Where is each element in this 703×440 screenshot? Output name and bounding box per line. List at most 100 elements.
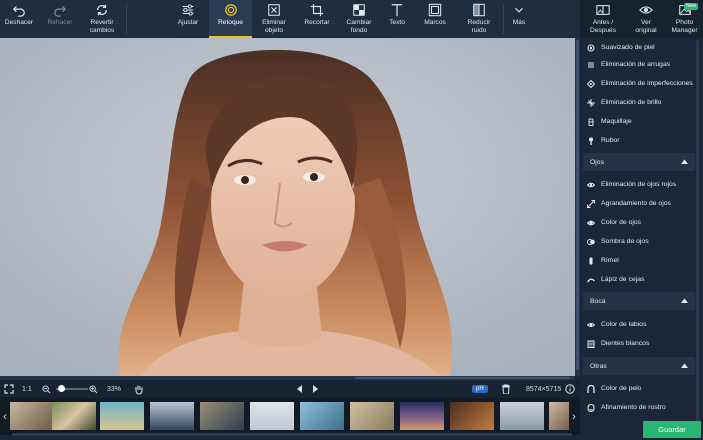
photo-manager-button[interactable]: Photo Manager New: [666, 0, 703, 38]
image-dimensions: 8574×5715: [526, 385, 562, 393]
filmstrip-thumbnail[interactable]: [52, 402, 96, 430]
reduce-noise-button[interactable]: Reducir ruido: [458, 0, 500, 38]
section-title: Boca: [590, 297, 606, 305]
before-after-icon: [596, 5, 610, 15]
panel-item-labios[interactable]: Color de labios: [580, 315, 698, 334]
filmstrip-thumbnail[interactable]: [300, 402, 344, 430]
filmstrip-thumbnail[interactable]: [200, 402, 244, 430]
collapse-icon[interactable]: [681, 363, 688, 370]
panel-item-label: Eliminación de brillo: [601, 99, 662, 106]
panel-item-rostro[interactable]: Afinamiento de rostro: [580, 398, 698, 417]
filmstrip-next-icon[interactable]: ›: [569, 398, 579, 435]
panel-item-color-ojos[interactable]: Color de ojos: [580, 213, 698, 232]
hand-tool-icon[interactable]: [134, 380, 144, 398]
retouch-icon: [224, 4, 237, 16]
eyebrow-icon: [587, 276, 595, 284]
redo-button[interactable]: Rehacer: [40, 0, 80, 38]
revert-label-1: Revertir: [90, 19, 114, 26]
fit-screen-icon[interactable]: [4, 380, 14, 398]
photo-canvas[interactable]: [0, 38, 575, 376]
filmstrip-thumbnail[interactable]: [450, 402, 494, 430]
section-header-boca[interactable]: Boca: [583, 292, 695, 310]
info-icon[interactable]: [565, 380, 575, 398]
filmstrip-thumbnail[interactable]: [400, 402, 444, 430]
filmstrip-thumbnail[interactable]: [10, 402, 54, 430]
panel-item-ojos-rojos[interactable]: Eliminación de ojos rojos: [580, 175, 698, 194]
eye-icon: [639, 6, 653, 14]
filmstrip-thumbnail[interactable]: [100, 402, 144, 430]
filmstrip-thumbnail[interactable]: [500, 402, 544, 430]
collapse-icon[interactable]: [681, 298, 688, 305]
remove-object-icon: [268, 4, 280, 16]
before-after-button[interactable]: Antes / Después: [580, 0, 626, 38]
filmstrip-thumbnail[interactable]: [350, 402, 394, 430]
background-label-1: Cambiar: [346, 19, 372, 26]
section-header-ojos[interactable]: Ojos: [583, 153, 695, 171]
status-bar: 1:1 33% pH 8574×5715: [0, 380, 580, 398]
filmstrip-thumbnail[interactable]: [150, 402, 194, 430]
undo-button[interactable]: Deshacer: [0, 0, 38, 38]
zoom-out-icon[interactable]: [42, 380, 51, 398]
panel-item-label: Dientes blancos: [601, 340, 650, 347]
save-button[interactable]: Guardar: [643, 421, 701, 438]
wrinkle-icon: [587, 61, 595, 69]
panel-item-rimel[interactable]: Rímel: [580, 251, 698, 270]
more-button[interactable]: Más: [506, 0, 532, 38]
retouch-tab[interactable]: Retoque: [209, 0, 252, 38]
scrollbar-thumb[interactable]: [355, 377, 570, 379]
adjust-button[interactable]: Ajustar: [168, 0, 208, 38]
zoom-in-icon[interactable]: [89, 380, 98, 398]
photo-manager-label-1: Photo: [675, 19, 694, 26]
trash-icon[interactable]: [502, 380, 510, 398]
panel-item-label: Rímel: [601, 257, 619, 264]
change-background-button[interactable]: Cambiar fondo: [339, 0, 379, 38]
toolbar-divider: [503, 4, 504, 34]
mascara-icon: [587, 257, 595, 265]
panel-item-agrandamiento[interactable]: Agrandamiento de ojos: [580, 194, 698, 213]
panel-item-label: Sombra de ojos: [601, 238, 649, 245]
crop-label: Recortar: [304, 19, 330, 26]
filmstrip-thumbnail[interactable]: [250, 402, 294, 430]
panel-item-label: Suavizado de piel: [601, 44, 655, 51]
previous-image-icon[interactable]: [296, 380, 304, 398]
panel-item-maquillaje[interactable]: Maquillaje: [580, 112, 698, 131]
ph-badge-label: pH: [472, 385, 488, 393]
hair-color-icon: [587, 384, 595, 393]
remove-object-button[interactable]: Eliminar objeto: [254, 0, 294, 38]
panel-item-cejas[interactable]: Lápiz de cejas: [580, 270, 698, 289]
revert-changes-button[interactable]: Revertir cambios: [82, 0, 122, 38]
frame-icon: [428, 3, 442, 17]
view-original-button[interactable]: Ver original: [626, 0, 666, 38]
actual-size-button[interactable]: 1:1: [22, 380, 32, 398]
portrait-photo: [0, 38, 575, 376]
scrollbar-thumb[interactable]: [576, 40, 579, 370]
panel-item-label: Color de ojos: [601, 219, 642, 226]
frames-button[interactable]: Marcos: [415, 0, 455, 38]
filmstrip-prev-icon[interactable]: ‹: [0, 398, 10, 435]
panel-scrollbar[interactable]: [696, 40, 699, 436]
crop-button[interactable]: Recortar: [297, 0, 337, 38]
revert-icon: [97, 4, 107, 16]
section-title: Otras: [590, 362, 607, 370]
panel-item-sombra-ojos[interactable]: Sombra de ojos: [580, 232, 698, 251]
panel-item-label: Color de pelo: [601, 385, 642, 392]
before-after-label-1: Antes /: [592, 19, 614, 26]
filmstrip-scrollbar[interactable]: [12, 433, 572, 436]
section-header-otras[interactable]: Otras: [583, 357, 695, 375]
ph-badge[interactable]: pH: [472, 380, 488, 398]
panel-item-imperfecciones[interactable]: Eliminación de imperfecciones: [580, 74, 698, 93]
filmstrip-thumbnail[interactable]: [549, 402, 569, 430]
panel-item-pelo[interactable]: Color de pelo: [580, 379, 698, 398]
panel-item-dientes[interactable]: Dientes blancos: [580, 334, 698, 353]
panel-item-rubor[interactable]: Rubor: [580, 131, 698, 150]
collapse-icon[interactable]: [681, 159, 688, 166]
remove-label-2: objeto: [265, 26, 283, 34]
shine-icon: [587, 98, 595, 107]
zoom-slider-handle[interactable]: [58, 385, 65, 392]
blemish-icon: [587, 79, 595, 88]
panel-item-brillo[interactable]: Eliminación de brillo: [580, 93, 698, 112]
view-original-label-1: Ver: [641, 19, 651, 26]
next-image-icon[interactable]: [311, 380, 319, 398]
text-button[interactable]: Texto: [378, 0, 416, 38]
panel-item-arrugas[interactable]: Eliminación de arrugas: [580, 55, 698, 74]
